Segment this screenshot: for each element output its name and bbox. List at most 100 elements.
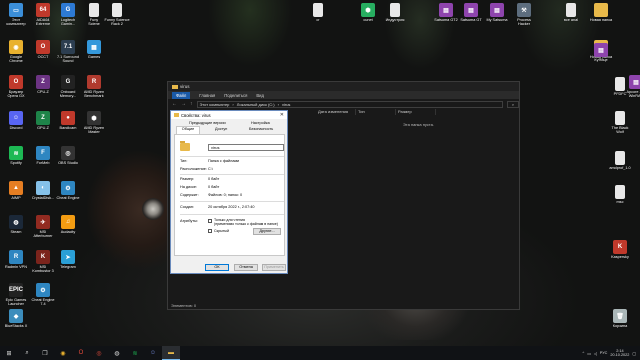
desktop-icon[interactable]: все anal — [556, 3, 586, 22]
column-type[interactable]: Тип — [356, 109, 396, 115]
divider — [180, 201, 284, 202]
desktop-icon[interactable]: ◍ Steam — [1, 215, 31, 234]
column-size[interactable]: Размер — [396, 109, 436, 115]
desktop-icon[interactable]: 🗑 Корзина — [605, 309, 635, 328]
desktop-icon[interactable]: Новая папка — [586, 3, 616, 22]
column-date[interactable]: Дата изменения — [316, 109, 356, 115]
desktop-icon-label: AMD Ryzen Benchmark — [83, 90, 105, 99]
opera-icon[interactable]: O — [72, 346, 90, 360]
desktop-icon[interactable]: ▤ My Satsuma — [482, 3, 512, 22]
start-icon[interactable]: ⊞ — [0, 346, 18, 360]
steam-icon[interactable]: ◍ — [108, 346, 126, 360]
apply-button[interactable]: Применить — [262, 264, 286, 271]
spotify-icon[interactable]: ≋ — [126, 346, 144, 360]
desktop-icon[interactable]: ≋ Spotify — [1, 146, 31, 165]
discord-icon[interactable]: ☺ — [144, 346, 162, 360]
dialog-titlebar[interactable]: Свойства: virus ✕ — [171, 111, 287, 119]
close-icon[interactable]: ✕ — [280, 112, 284, 118]
ribbon-share-tab[interactable]: Поделиться — [224, 93, 247, 98]
tab-settings[interactable]: Настройка — [251, 121, 270, 125]
task-view-icon[interactable]: ❐ — [36, 346, 54, 360]
location-label: Расположение: — [180, 167, 207, 171]
radmin-icon: R — [9, 250, 23, 264]
bandicam-icon: ● — [61, 111, 75, 125]
desktop-icon[interactable]: EPIC Epic Games Launcher — [1, 283, 31, 307]
ribbon-file-tab[interactable]: Файл — [172, 91, 191, 99]
desktop-icon[interactable]: K Kaspersky — [605, 240, 635, 259]
volume-icon[interactable]: ◁ — [594, 351, 597, 356]
notifications-icon[interactable]: ▢ — [632, 351, 636, 356]
desktop-icon-label: Этот компьютер — [6, 18, 26, 27]
desktop-icon[interactable]: ⚒ Process Hacker — [509, 3, 539, 27]
cheatengine-icon: ⚙ — [36, 283, 50, 297]
breadcrumb-drive[interactable]: Локальный диск (C:) — [237, 102, 275, 107]
folder-name-field[interactable]: virus — [208, 144, 284, 151]
forward-arrow-icon[interactable]: → — [181, 101, 186, 107]
explorer-icon[interactable]: ▬ — [162, 346, 180, 360]
desktop-icon[interactable]: O Браузер Opera GX — [1, 75, 31, 99]
tab-general[interactable]: Общие — [176, 126, 200, 134]
desktop-icon[interactable]: ◆ BlueStacks X — [1, 309, 31, 328]
desktop-icon[interactable]: Индустрия — [380, 3, 410, 22]
desktop-icon[interactable]: R Radmin VPN — [1, 250, 31, 269]
other-attributes-button[interactable]: Другие... — [253, 228, 281, 235]
desktop-icon[interactable]: ⬢ cunet — [353, 3, 383, 22]
properties-dialog[interactable]: Свойства: virus ✕ Предыдущие версии Наст… — [170, 110, 288, 274]
chevron-up-icon[interactable]: ^ — [582, 351, 584, 355]
ribbon-view-tab[interactable]: Вид — [256, 93, 264, 98]
desktop-icon-label: OBS Studio — [58, 161, 78, 165]
explorer-titlebar[interactable]: virus — [168, 82, 519, 91]
desktop-icon[interactable]: ♫ Audacity — [53, 215, 83, 234]
hidden-checkbox[interactable] — [208, 229, 212, 233]
audacity-icon: ♫ — [61, 215, 75, 229]
desktop-icon[interactable]: ▭ Этот компьютер — [1, 3, 31, 27]
up-arrow-icon[interactable]: ↑ — [190, 101, 193, 107]
desktop-icon[interactable]: ◉ Google Chrome — [1, 40, 31, 64]
desktop-icon[interactable]: ▦ Games — [79, 40, 109, 59]
desktop-icon[interactable]: cr — [303, 3, 333, 22]
cancel-button[interactable]: Отмена — [234, 264, 258, 271]
hidden-label: Скрытый — [214, 229, 229, 233]
desktop-icon[interactable]: ⬢ AMD Ryzen Master — [79, 111, 109, 135]
desktop-icon-label: Telegram — [60, 265, 76, 269]
folder-icon — [594, 3, 608, 17]
desktop-icon[interactable]: The Black Wolf — [605, 111, 635, 135]
clock[interactable]: 2:14 20.10.2022 — [610, 349, 629, 358]
language-indicator[interactable]: РУС — [600, 351, 608, 355]
desktop-icon[interactable]: ▤ КуЯйце — [586, 43, 616, 62]
desktop-icon[interactable]: ⚙ Cheat Engine — [53, 181, 83, 200]
back-arrow-icon[interactable]: ← — [172, 101, 177, 107]
breadcrumb-folder[interactable]: virus — [282, 102, 290, 107]
desktop-icon[interactable]: ☺ Discord — [1, 111, 31, 130]
created-value: 20 октября 2022 г., 2:07:40 — [208, 205, 255, 209]
desktop-icon-label: Kaspersky — [611, 255, 629, 259]
desktop-icon[interactable]: amdprof_1.0 — [605, 151, 635, 170]
opera-gx-icon[interactable]: ◎ — [90, 346, 108, 360]
desktop-icon[interactable]: msc — [605, 185, 635, 204]
desktop-icon[interactable]: ⚙ Cheat Engine 7.4 — [28, 283, 58, 307]
desktop-icon-label: Корзина — [612, 324, 628, 328]
desktop-icon[interactable]: R AMD Ryzen Benchmark — [79, 75, 109, 99]
search-icon[interactable]: ⌕ — [18, 346, 36, 360]
desktop-icon[interactable]: ◎ OBS Studio — [53, 146, 83, 165]
telegram-icon: ➤ — [61, 250, 75, 264]
readonly-checkbox[interactable] — [208, 219, 212, 223]
chrome-icon[interactable]: ◉ — [54, 346, 72, 360]
ribbon-home-tab[interactable]: Главная — [199, 93, 215, 98]
tab-security[interactable]: Безопасность — [249, 127, 273, 131]
desktop-icon-label: Новая папка — [589, 18, 613, 22]
explorer-title: virus — [180, 84, 190, 89]
tab-access[interactable]: Доступ — [215, 127, 227, 131]
processhacker-icon: ⚒ — [517, 3, 531, 17]
desktop-icon[interactable]: ▲ AIMP — [1, 181, 31, 200]
desktop-icon[interactable]: Funny Science Rack 2 — [102, 3, 132, 27]
desktop-icon[interactable]: PFDFC — [605, 77, 635, 96]
desktop-icon[interactable]: ➤ Telegram — [53, 250, 83, 269]
search-icon[interactable]: ⌕ — [507, 100, 519, 108]
ok-button[interactable]: ОК — [205, 264, 229, 271]
network-icon[interactable]: ▭ — [587, 351, 591, 356]
opera-icon: O — [9, 75, 23, 89]
address-path[interactable]: Этот компьютер › Локальный диск (C:) › v… — [196, 100, 503, 108]
tab-previous-versions[interactable]: Предыдущие версии — [189, 121, 226, 125]
breadcrumb-computer[interactable]: Этот компьютер — [200, 102, 230, 107]
